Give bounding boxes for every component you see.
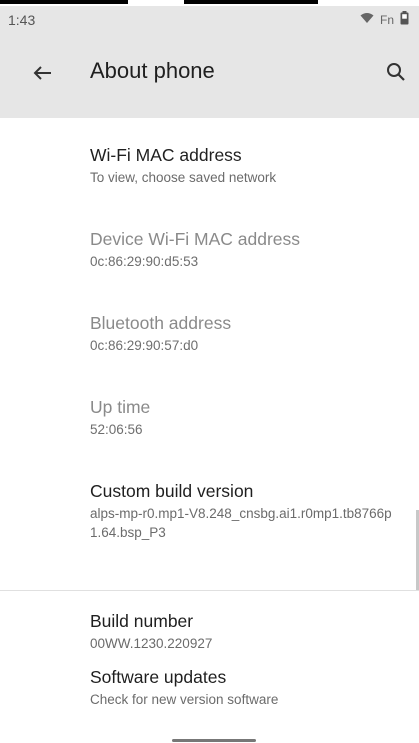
item-subtitle: 00WW.1230.220927 xyxy=(90,636,213,651)
item-title: Up time xyxy=(90,397,151,417)
item-subtitle: 52:06:56 xyxy=(90,422,143,437)
status-time: 1:43 xyxy=(8,12,36,28)
item-subtitle: Check for new version software xyxy=(90,692,279,707)
divider xyxy=(0,590,419,591)
item-subtitle: 0c:86:29:90:d5:53 xyxy=(90,254,199,269)
list-item-up-time: Up time 52:06:56 xyxy=(90,396,390,439)
list-item-bluetooth-address: Bluetooth address 0c:86:29:90:57:d0 xyxy=(90,312,390,355)
item-title: Build number xyxy=(90,611,194,631)
list-item-device-wifi-mac: Device Wi-Fi MAC address 0c:86:29:90:d5:… xyxy=(90,228,390,271)
wifi-icon xyxy=(360,12,374,27)
status-bar: 1:43 Fn xyxy=(0,6,419,34)
navigation-handle[interactable] xyxy=(172,739,256,742)
list-item-build-number[interactable]: Build number 00WW.1230.220927 xyxy=(90,610,390,653)
item-title: Bluetooth address xyxy=(90,313,232,333)
item-subtitle: To view, choose saved network xyxy=(90,170,277,185)
item-subtitle: alps-mp-r0.mp1-V8.248_cnsbg.ai1.r0mp1.tb… xyxy=(90,506,392,540)
list-item-wifi-mac[interactable]: Wi-Fi MAC address To view, choose saved … xyxy=(90,144,390,187)
item-title: Wi-Fi MAC address xyxy=(90,145,242,165)
list-item-custom-build-version[interactable]: Custom build version alps-mp-r0.mp1-V8.2… xyxy=(90,480,400,542)
cropped-dark-sliver xyxy=(0,0,128,4)
back-arrow-icon[interactable] xyxy=(30,60,56,86)
battery-icon xyxy=(400,11,409,28)
list-item-software-updates[interactable]: Software updates Check for new version s… xyxy=(90,666,390,709)
status-indicator-text: Fn xyxy=(379,12,394,27)
search-icon[interactable] xyxy=(384,60,408,84)
app-bar: About phone xyxy=(0,34,419,118)
item-subtitle: 0c:86:29:90:57:d0 xyxy=(90,338,199,353)
cropped-dark-sliver xyxy=(184,0,318,4)
status-icons: Fn xyxy=(360,11,409,28)
item-title: Custom build version xyxy=(90,481,254,501)
item-title: Software updates xyxy=(90,667,227,687)
item-title: Device Wi-Fi MAC address xyxy=(90,229,301,249)
page-title: About phone xyxy=(90,58,215,83)
